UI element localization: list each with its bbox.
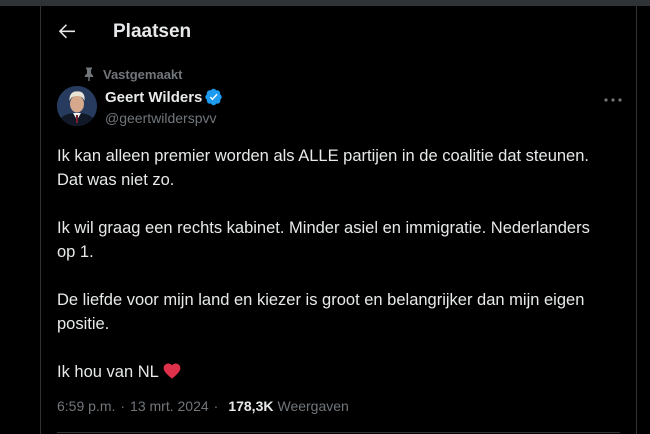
tweet-paragraph: De liefde voor mijn land en kiezer is gr…: [57, 288, 627, 336]
tweet-line: op 1.: [57, 243, 94, 261]
tweet-paragraph: Ik wil graag een rechts kabinet. Minder …: [57, 216, 627, 264]
author-name-row: Geert Wilders: [105, 88, 223, 106]
tweet-line: Ik kan alleen premier worden als ALLE pa…: [57, 147, 589, 165]
heart-emoji-icon: [163, 363, 181, 379]
avatar-image: [57, 86, 97, 126]
more-icon: [604, 98, 622, 102]
more-options-button[interactable]: [601, 88, 625, 112]
page-title: Plaatsen: [113, 21, 192, 42]
tweet-line: Ik wil graag een rechts kabinet. Minder …: [57, 219, 590, 237]
views-count: 178,3K: [228, 398, 274, 414]
tweet-time[interactable]: 6:59 p.m.: [57, 398, 115, 414]
back-arrow-icon: [58, 24, 75, 39]
back-button[interactable]: [55, 19, 79, 43]
tweet-date[interactable]: 13 mrt. 2024: [130, 398, 209, 414]
page-header: Plaatsen: [41, 6, 636, 56]
meta-separator: ·: [213, 398, 219, 414]
tweet-text: Ik kan alleen premier worden als ALLE pa…: [57, 144, 627, 384]
tweet-line: Ik hou van NL: [57, 363, 159, 381]
avatar[interactable]: [57, 86, 97, 126]
pinned-indicator: Vastgemaakt: [81, 66, 183, 82]
author-handle[interactable]: @geertwilderspvv: [105, 110, 216, 126]
tweet-line: Dat was niet zo.: [57, 171, 175, 189]
main-column: Plaatsen Vastgemaakt Geert Wilders @geer…: [40, 6, 637, 434]
author-name[interactable]: Geert Wilders: [105, 89, 202, 106]
meta-separator: ·: [120, 398, 126, 414]
verified-badge-icon[interactable]: [205, 88, 223, 106]
tweet-metadata: 6:59 p.m. · 13 mrt. 2024 · 178,3K Weerga…: [57, 398, 349, 414]
tweet-paragraph: Ik hou van NL: [57, 360, 627, 384]
pin-icon: [84, 67, 94, 81]
tweet-line: De liefde voor mijn land en kiezer is gr…: [57, 291, 585, 309]
divider: [57, 432, 620, 433]
tweet-line: positie.: [57, 315, 110, 333]
tweet-paragraph: Ik kan alleen premier worden als ALLE pa…: [57, 144, 627, 192]
pinned-label: Vastgemaakt: [103, 66, 183, 82]
views-label: Weergaven: [277, 398, 349, 414]
